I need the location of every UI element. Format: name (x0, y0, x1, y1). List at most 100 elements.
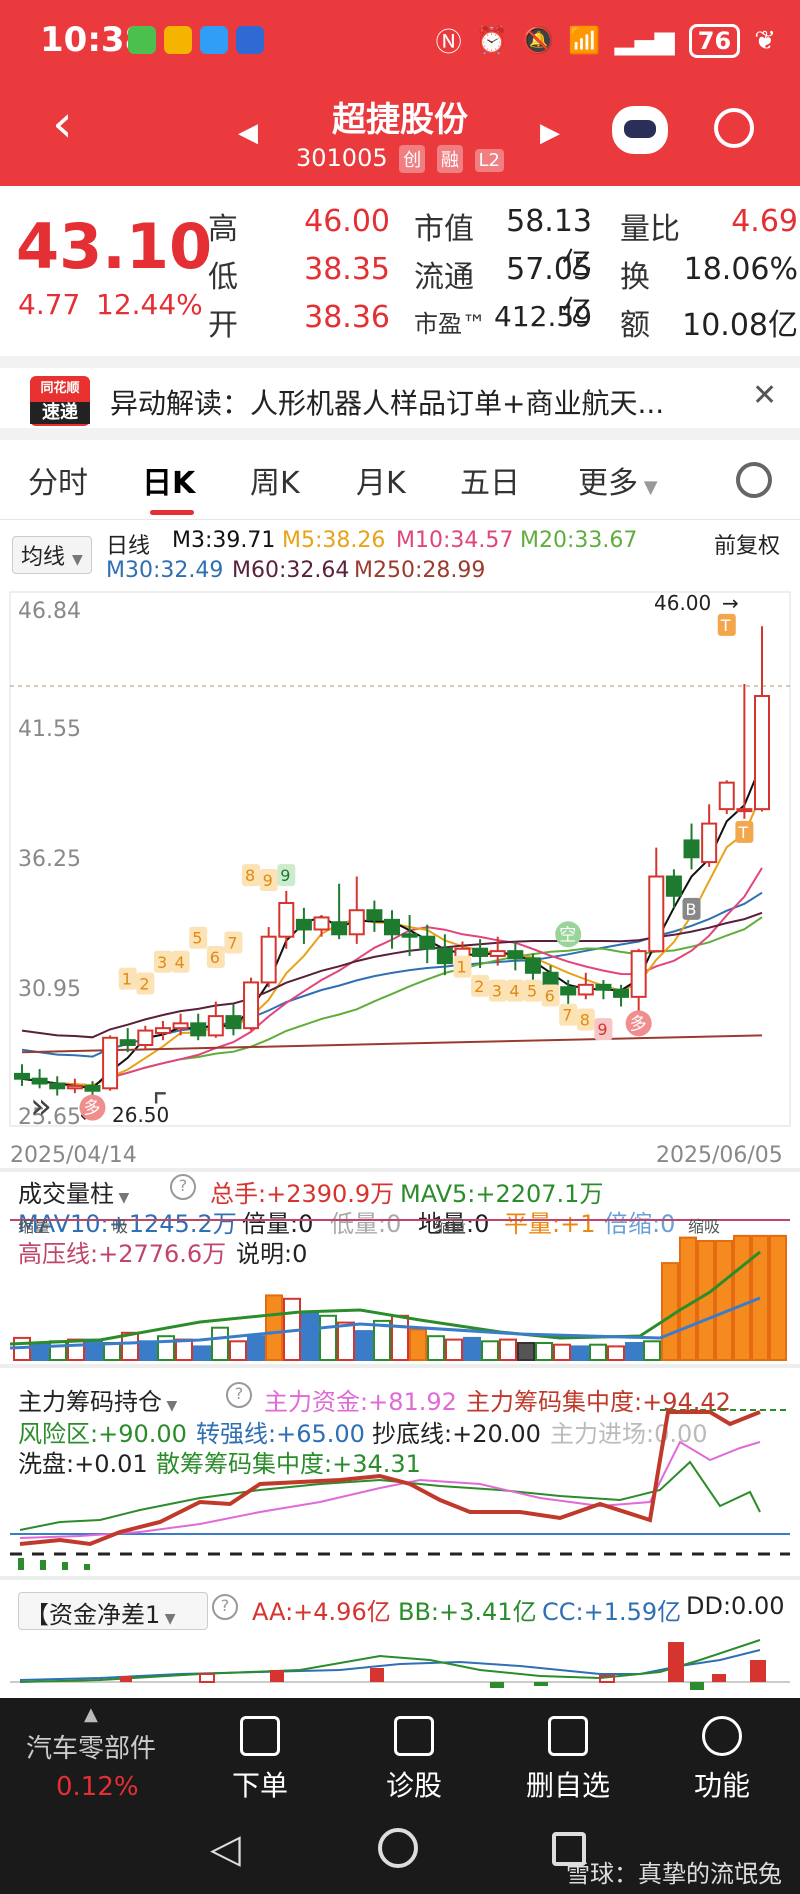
volume-bar (211, 1326, 229, 1361)
max-price-label: 46.00 (654, 591, 711, 615)
tab-five-day[interactable]: 五日 (460, 458, 520, 502)
volume-bar (517, 1342, 535, 1361)
order-label: 下单 (231, 1769, 288, 1802)
kline-chart[interactable]: 46.84 41.55 36.25 30.95 25.65 46.00 → ← … (0, 586, 800, 1156)
function-button[interactable]: 功能 (662, 1716, 782, 1804)
tab-monthly-k[interactable]: 月K (356, 458, 406, 502)
fund-chart[interactable] (0, 1630, 800, 1698)
volume-bar (445, 1338, 463, 1362)
caret-down-icon: ▼ (638, 477, 658, 498)
candle (278, 901, 295, 938)
active-tab-indicator (150, 510, 194, 515)
price-change: 4.77 (18, 288, 81, 321)
vol-tag-0: 吸 (112, 1217, 128, 1236)
nav-back-icon[interactable]: ◁ (210, 1826, 241, 1872)
volume-bar (355, 1330, 373, 1362)
diagnose-icon (394, 1716, 434, 1756)
order-icon (240, 1716, 280, 1756)
fund-indicator-selector[interactable]: 【资金净差1 ▼ (18, 1592, 208, 1630)
tab-fenshi[interactable]: 分时 (28, 458, 88, 502)
ma-m30: M30:32.49 (106, 558, 224, 583)
search-icon[interactable] (714, 108, 754, 148)
order-button[interactable]: 下单 (200, 1716, 320, 1804)
volume-bar (643, 1340, 661, 1362)
counter-0: 1 (122, 970, 132, 989)
divider (0, 1576, 800, 1580)
counter-down-6: 7 (562, 1006, 572, 1025)
counter-down-7: 8 (580, 1011, 590, 1030)
help-icon[interactable]: ? (212, 1594, 238, 1620)
fund-aa: AA:+4.96亿 (252, 1598, 391, 1626)
chart-tabs: 分时 日K 周K 月K 五日 更多 ▼ (0, 440, 800, 520)
volume-bar (265, 1294, 283, 1361)
fullscreen-icon[interactable]: ⌜ (152, 1087, 168, 1127)
counter-8: 9 (263, 871, 273, 890)
date-end: 2025/06/05 (656, 1143, 783, 1168)
label-mktcap: 市值 (414, 212, 474, 247)
ma-selector[interactable]: 均线 ▼ (12, 536, 92, 574)
volume-bar (85, 1338, 103, 1362)
news-logo: 同花顺 速递 (30, 376, 90, 426)
volume-bar (553, 1343, 571, 1361)
remove-watchlist-button[interactable]: 删自选 (508, 1716, 628, 1804)
next-stock-icon[interactable]: ▶ (540, 118, 560, 148)
candle (613, 988, 630, 998)
y-tick-1: 41.55 (18, 717, 81, 742)
tag-l2: L2 (474, 149, 505, 172)
signal-t-top: T (720, 616, 731, 635)
news-logo-bottom: 速递 (30, 402, 90, 424)
tag-chuang: 创 (399, 145, 426, 173)
value-high: 46.00 (304, 204, 390, 239)
candle (366, 909, 383, 921)
stock-name: 超捷股份 (332, 100, 468, 140)
candle (190, 1022, 207, 1037)
expand-icon[interactable]: » (30, 1086, 52, 1127)
y-tick-2: 36.25 (18, 847, 81, 872)
tab-daily-k[interactable]: 日K (142, 458, 195, 502)
counter-3: 4 (175, 953, 185, 972)
counter-down-5: 6 (545, 986, 555, 1005)
sector-name[interactable]: 汽车零部件 (26, 1728, 156, 1765)
ma-m10: M10:34.57 (396, 528, 514, 553)
diagnose-button[interactable]: 诊股 (354, 1716, 474, 1804)
robot-assistant-icon[interactable] (612, 106, 668, 154)
vol-tag-3: 缩吸 (688, 1217, 720, 1236)
label-float: 流通 (414, 260, 474, 295)
candle (718, 781, 735, 811)
counter-6: 7 (227, 934, 237, 953)
signal-t-bottom: T (737, 823, 748, 842)
date-start: 2025/04/14 (10, 1143, 137, 1168)
volume-bar (733, 1234, 751, 1361)
nav-home-icon[interactable] (378, 1828, 418, 1868)
adjust-mode[interactable]: 前复权 (714, 528, 780, 560)
candle (560, 986, 577, 996)
volume-bar (175, 1338, 193, 1362)
counter-4: 5 (192, 929, 202, 948)
candle (524, 957, 541, 974)
volume-bar (103, 1342, 121, 1361)
y-tick-3: 30.95 (18, 977, 81, 1002)
chips-chart[interactable] (0, 1372, 800, 1572)
candle (648, 875, 665, 953)
stock-code: 301005 (295, 144, 388, 172)
leaf-icon: ❦ (754, 25, 776, 56)
remove-watchlist-label: 删自选 (525, 1769, 610, 1802)
volume-chart[interactable]: 吸 缩量 缩量 缩吸 天 (0, 1172, 800, 1362)
fund-cc: CC:+1.59亿 (542, 1598, 682, 1626)
volume-bar (391, 1314, 409, 1362)
candle (137, 1029, 154, 1046)
ma-m3: M3:39.71 (172, 528, 276, 553)
candle (295, 918, 312, 931)
close-icon[interactable]: ✕ (752, 378, 777, 413)
mute-icon: 🔕 (522, 25, 555, 56)
counter-7: 8 (245, 866, 255, 885)
ma-m20: M20:33.67 (520, 528, 638, 553)
volume-bar (499, 1338, 517, 1362)
tab-weekly-k[interactable]: 周K (250, 458, 300, 502)
settings-icon[interactable] (736, 462, 772, 498)
candle (384, 918, 400, 936)
candle (14, 1072, 30, 1080)
tab-more[interactable]: 更多 ▼ (578, 458, 658, 502)
news-banner[interactable]: 同花顺 速递 异动解读：人形机器人样品订单+商业航天... ✕ (0, 356, 800, 440)
counter-down-2: 3 (492, 982, 502, 1001)
